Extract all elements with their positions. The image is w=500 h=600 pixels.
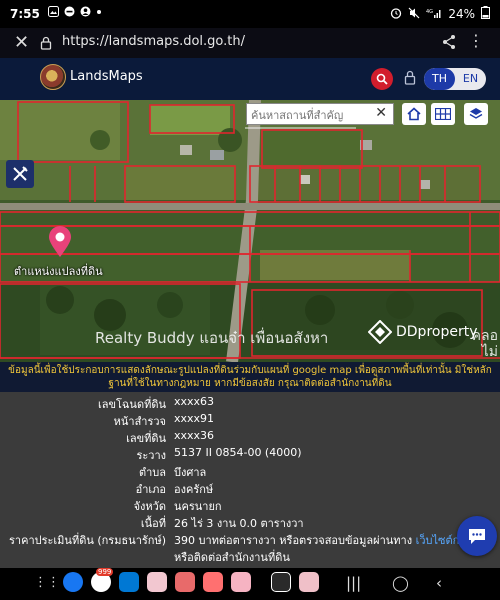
- chat-fab-button[interactable]: [457, 516, 497, 556]
- measure-tool-button[interactable]: [6, 160, 34, 188]
- price-label: ราคาประเมินที่ดิน (กรมธนารักษ์): [9, 534, 166, 547]
- ddproperty-watermark: DDproperty: [368, 320, 478, 344]
- parcel-pin-icon[interactable]: [48, 226, 72, 262]
- android-taskbar: ⋮⋮⋮ 999 ||| ◯ ‹: [0, 568, 500, 600]
- status-notification-icons: [48, 6, 102, 20]
- realty-buddy-watermark: Realty Buddy แอนจ๋า เพื่อนอสังหา: [95, 329, 329, 347]
- app-header: LandsMaps TH EN: [0, 58, 500, 100]
- grid-icon: [435, 108, 451, 120]
- landsmaps-logo: [40, 64, 66, 90]
- ddproperty-logo-icon: [368, 320, 392, 344]
- corner-text-2: ไม่: [481, 344, 498, 360]
- info-row: อำเภอ องครักษ์: [0, 480, 500, 497]
- lang-en-button[interactable]: EN: [455, 68, 486, 90]
- svg-text:4G: 4G: [426, 9, 433, 15]
- calendar-app-icon[interactable]: [203, 572, 223, 592]
- info-label: ระวาง: [136, 449, 166, 462]
- language-toggle[interactable]: TH EN: [424, 68, 486, 90]
- dot-icon: [96, 6, 102, 20]
- camera-app-icon[interactable]: [175, 572, 195, 592]
- url-text[interactable]: https://landsmaps.dol.go.th/: [62, 34, 245, 49]
- back-nav-button[interactable]: ‹: [436, 574, 442, 592]
- share-icon[interactable]: [442, 34, 456, 54]
- place-search-input[interactable]: [247, 105, 373, 126]
- map-corner-text: คลอ ไม่: [472, 328, 498, 360]
- info-row-price-cont: หรือติดต่อสำนักงานที่ดิน: [0, 548, 500, 565]
- ar-app-icon[interactable]: [299, 572, 319, 592]
- status-time: 7:55: [10, 7, 40, 21]
- alarm-icon: [390, 7, 402, 22]
- home-icon: [407, 107, 421, 121]
- info-row: เลขที่ดิน xxxx36: [0, 429, 500, 446]
- info-value: บึงศาล: [174, 466, 207, 479]
- more-menu-icon[interactable]: ⋮: [468, 33, 484, 49]
- info-value: 26 ไร่ 3 งาน 0.0 ตารางวา: [174, 517, 304, 530]
- grid-button[interactable]: [431, 103, 455, 125]
- ddproperty-text: DDproperty: [396, 324, 478, 340]
- mute-icon: [408, 7, 420, 22]
- notification-badge: 999: [96, 568, 114, 576]
- info-label: จังหวัด: [133, 500, 166, 513]
- info-row: จังหวัด นครนายก: [0, 497, 500, 514]
- layers-icon: [469, 108, 483, 119]
- account-icon: [80, 6, 91, 20]
- battery-icon: [481, 6, 490, 22]
- status-bar: 7:55 4G 24%: [0, 0, 500, 28]
- price-value-text: 390 บาทต่อตารางวา หรือตรวจสอบข้อมูลผ่านท…: [174, 534, 416, 547]
- parcel-info-panel: เลขโฉนดที่ดิน xxxx63 หน้าสำรวจ xxxx91 เล…: [0, 392, 500, 568]
- info-value: xxxx91: [174, 412, 215, 425]
- search-icon: [376, 73, 388, 85]
- signal-icon: 4G: [426, 7, 442, 22]
- gallery-icon: [48, 6, 59, 20]
- login-lock-button[interactable]: [404, 70, 416, 89]
- info-value: xxxx63: [174, 395, 215, 408]
- info-label: หน้าสำรวจ: [113, 415, 166, 428]
- lock-icon: [404, 70, 416, 85]
- app-title: LandsMaps: [70, 69, 143, 84]
- tools-icon: [13, 166, 28, 181]
- facebook-app-icon[interactable]: [63, 572, 83, 592]
- info-row: เนื้อที่ 26 ไร่ 3 งาน 0.0 ตารางวา: [0, 514, 500, 531]
- place-search-box: ✕: [246, 103, 394, 126]
- info-label: เลขโฉนดที่ดิน: [98, 398, 166, 411]
- chat-icon: [469, 529, 485, 544]
- info-value: 5137 II 0854-00 (4000): [174, 446, 302, 459]
- info-label: ตำบล: [138, 466, 166, 479]
- outlook-app-icon[interactable]: [119, 572, 139, 592]
- info-row: ตำบล บึงศาล: [0, 463, 500, 480]
- layers-button[interactable]: [464, 103, 488, 125]
- info-value: องครักษ์: [174, 483, 214, 496]
- recent-apps-button[interactable]: |||: [346, 574, 361, 592]
- app-icon[interactable]: [271, 572, 291, 592]
- lock-icon[interactable]: [40, 35, 52, 54]
- battery-percent: 24%: [448, 7, 475, 21]
- clear-search-button[interactable]: ✕: [375, 105, 387, 121]
- info-row: ระวาง 5137 II 0854-00 (4000): [0, 446, 500, 463]
- home-nav-button[interactable]: ◯: [392, 574, 409, 592]
- block-icon: [64, 6, 75, 20]
- search-button[interactable]: [371, 68, 393, 90]
- info-label: เลขที่ดิน: [126, 432, 166, 445]
- disclaimer-notice: ข้อมูลนี้เพื่อใช้ประกอบการแสดงลักษณะรูปแ…: [0, 362, 500, 392]
- status-system-icons: 4G 24%: [390, 6, 490, 22]
- price-value-cont: หรือติดต่อสำนักงานที่ดิน: [174, 551, 290, 564]
- parcel-pin-label: ตำแหน่งแปลงที่ดิน: [14, 265, 103, 278]
- info-label: เนื้อที่: [140, 517, 166, 530]
- info-row: เลขโฉนดที่ดิน xxxx63: [0, 395, 500, 412]
- gallery-app-icon[interactable]: [147, 572, 167, 592]
- notes-app-icon[interactable]: [231, 572, 251, 592]
- corner-text-1: คลอ: [471, 328, 498, 344]
- info-row-price: ราคาประเมินที่ดิน (กรมธนารักษ์) 390 บาทต…: [0, 531, 500, 548]
- info-value: xxxx36: [174, 429, 215, 442]
- close-tab-button[interactable]: ✕: [14, 32, 29, 53]
- home-button[interactable]: [402, 103, 426, 125]
- price-value: 390 บาทต่อตารางวา หรือตรวจสอบข้อมูลผ่านท…: [174, 531, 479, 549]
- lang-th-button[interactable]: TH: [424, 68, 455, 90]
- map-view[interactable]: ✕ ตำแหน่งแปลงที่ดิน Realty Buddy แอนจ๋า …: [0, 100, 500, 362]
- browser-url-bar: ✕ https://landsmaps.dol.go.th/ ⋮: [0, 28, 500, 58]
- info-label: อำเภอ: [135, 483, 166, 496]
- info-row: หน้าสำรวจ xxxx91: [0, 412, 500, 429]
- info-value: นครนายก: [174, 500, 222, 513]
